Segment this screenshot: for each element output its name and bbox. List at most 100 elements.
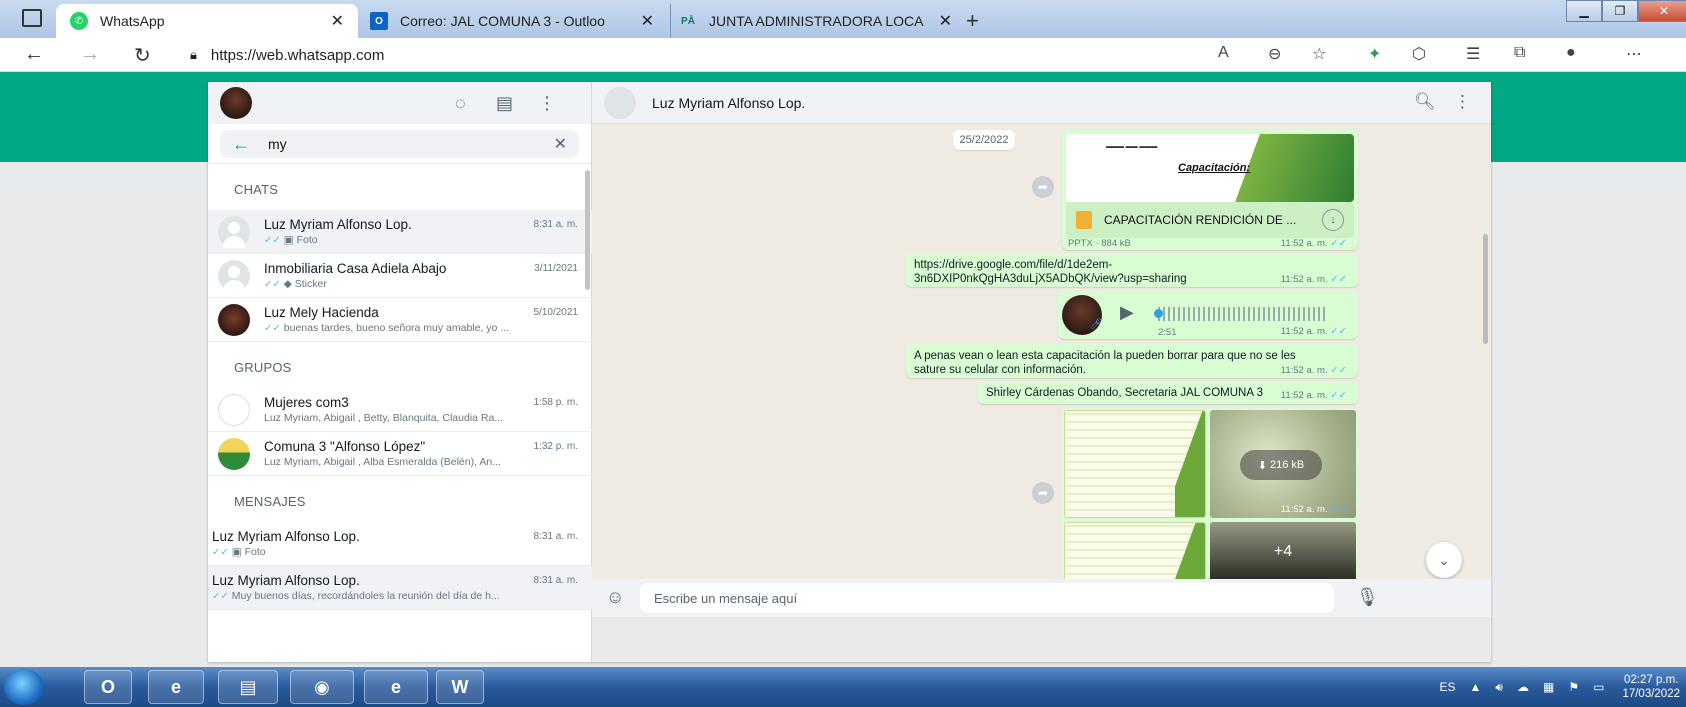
zoom-icon[interactable]: ⊖: [1268, 44, 1281, 64]
time-text: 11:52 a. m.: [1280, 504, 1328, 515]
extensions-icon[interactable]: ⬡: [1412, 44, 1426, 64]
forward-icon[interactable]: ➦: [1032, 176, 1054, 198]
chat-preview: Luz Myriam, Abigail , Alba Esmeralda (Be…: [264, 456, 501, 468]
language-indicator[interactable]: ES: [1440, 680, 1456, 694]
close-tab-icon[interactable]: ✕: [331, 11, 344, 31]
close-tab-icon[interactable]: ✕: [939, 11, 952, 31]
collections-icon[interactable]: ⧉: [1514, 44, 1525, 62]
list-item[interactable]: Luz Myriam Alfonso Lop. 8:31 a. m. ✓✓ ▣ F…: [208, 210, 592, 254]
double-check-icon: ✓✓: [212, 591, 229, 602]
menu-icon[interactable]: ⋮: [538, 93, 556, 114]
message-list[interactable]: 25/2/2022 ➦ ▬▬▬ ▬▬ ▬▬▬ Capacitación: CAP…: [592, 124, 1491, 579]
tab-actions-icon[interactable]: [22, 9, 42, 27]
text-message[interactable]: A penas vean o lean esta capacitación la…: [906, 344, 1358, 378]
document-preview[interactable]: ▬▬▬ ▬▬ ▬▬▬ Capacitación:: [1066, 134, 1354, 202]
flag-icon[interactable]: ⚑: [1568, 680, 1579, 694]
message-time: 11:52 a. m. ✓✓: [1281, 390, 1350, 401]
search-box[interactable]: ← my ✕: [220, 130, 579, 158]
list-item[interactable]: Inmobiliaria Casa Adiela Abajo 3/11/2021…: [208, 254, 592, 298]
menu-icon[interactable]: ⋮: [1454, 92, 1471, 112]
scroll-down-button[interactable]: ⌄: [1426, 542, 1462, 578]
edge-taskbar-icon[interactable]: e: [364, 670, 428, 704]
close-tab-icon[interactable]: ✕: [641, 11, 654, 31]
conversation-header[interactable]: Luz Myriam Alfonso Lop. 🔍︎ ⋮: [592, 82, 1491, 124]
list-item[interactable]: Luz Myriam Alfonso Lop. 8:31 a. m. ✓✓ ▣ F…: [208, 522, 592, 566]
explorer-taskbar-icon[interactable]: ▤: [218, 670, 278, 704]
album-thumbnail[interactable]: [1064, 522, 1206, 579]
sidebar-scrollbar[interactable]: [585, 170, 590, 290]
onedrive-icon[interactable]: ☁: [1517, 680, 1529, 694]
voice-message[interactable]: 🎤︎ ▶ 2:51 11:52 a. m. ✓✓: [1058, 291, 1358, 339]
search-input[interactable]: my: [268, 136, 554, 152]
taskbar: O e ▤ ◉ e W ES ▲ 🔊︎ ☁ ▦ ⚑ ▭ 02:27 p.m. 1…: [0, 667, 1686, 707]
favorite-icon[interactable]: ☆: [1312, 44, 1326, 64]
forward-icon[interactable]: →: [80, 43, 100, 66]
emoji-icon[interactable]: ☺: [606, 587, 624, 608]
link-text[interactable]: https://drive.google.com/file/d/1de2em- 3…: [914, 258, 1187, 286]
new-tab-button[interactable]: +: [966, 8, 979, 34]
audio-waveform[interactable]: [1158, 307, 1328, 321]
forward-icon[interactable]: ➦: [1032, 482, 1054, 504]
maximize-button[interactable]: ❐: [1602, 0, 1638, 22]
publisher-icon: PĀ: [681, 15, 695, 27]
close-window-button[interactable]: ✕: [1638, 0, 1686, 22]
link-message[interactable]: https://drive.google.com/file/d/1de2em- 3…: [906, 253, 1358, 287]
back-arrow-icon[interactable]: ←: [232, 134, 250, 155]
tab-publisher[interactable]: PĀ JUNTA ADMINISTRADORA LOCA ✕: [670, 4, 960, 38]
start-button[interactable]: [4, 669, 44, 705]
audio-scrubber[interactable]: [1154, 309, 1163, 318]
album-thumbnail[interactable]: [1064, 410, 1206, 518]
network-icon[interactable]: ▦: [1543, 680, 1554, 694]
volume-icon[interactable]: 🔊︎: [1495, 680, 1503, 695]
list-item[interactable]: Comuna 3 "Alfonso López" 1:32 p. m. Luz …: [208, 432, 592, 476]
list-item[interactable]: Luz Mely Hacienda 5/10/2021 ✓✓ buenas tar…: [208, 298, 592, 342]
download-icon[interactable]: ↓: [1322, 209, 1344, 231]
clear-search-icon[interactable]: ✕: [554, 134, 567, 154]
contact-avatar[interactable]: [604, 87, 636, 119]
tab-outlook[interactable]: O Correo: JAL COMUNA 3 - Outloo ✕: [362, 4, 662, 38]
ie-taskbar-icon[interactable]: e: [148, 670, 204, 704]
profile-icon[interactable]: ●: [1566, 44, 1576, 62]
conversation-scrollbar[interactable]: [1483, 234, 1488, 344]
list-item[interactable]: Luz Myriam Alfonso Lop. 8:31 a. m. ✓✓ Muy…: [208, 566, 592, 610]
tab-whatsapp[interactable]: ✆ WhatsApp ✕: [56, 4, 358, 38]
more-media-count[interactable]: +4: [1210, 522, 1356, 579]
favorites-icon[interactable]: ☰: [1466, 44, 1480, 64]
document-message[interactable]: ▬▬▬ ▬▬ ▬▬▬ Capacitación: CAPACITACIÓN RE…: [1062, 130, 1358, 250]
back-icon[interactable]: ←: [24, 43, 44, 66]
chat-preview: ✓✓ ◆ Sticker: [264, 278, 578, 290]
message-time: 8:31 a. m.: [533, 531, 578, 542]
media-album[interactable]: ⬇ 216 kB 11:52 a. m. ✓✓ +4: [1062, 408, 1358, 579]
my-avatar[interactable]: [220, 87, 252, 119]
search-icon[interactable]: 🔍︎: [1414, 92, 1436, 112]
text-message[interactable]: Shirley Cárdenas Obando, Secretaria JAL …: [978, 382, 1358, 404]
new-chat-icon[interactable]: ▤: [496, 93, 513, 114]
results-list[interactable]: CHATS Luz Myriam Alfonso Lop. 8:31 a. m.…: [208, 164, 592, 662]
preview-text: Muy buenos días, recordándoles la reunió…: [231, 590, 500, 602]
microphone-icon[interactable]: 🎙︎: [1356, 587, 1379, 608]
download-button[interactable]: ⬇ 216 kB: [1240, 450, 1322, 480]
album-thumbnail[interactable]: +4: [1210, 522, 1356, 579]
chrome-taskbar-icon[interactable]: ◉: [290, 670, 354, 704]
reload-icon[interactable]: ↻: [134, 43, 151, 68]
list-item[interactable]: Mujeres com3 1:58 p. m. Luz Myriam, Abig…: [208, 388, 592, 432]
read-aloud-icon[interactable]: A: [1218, 44, 1229, 62]
more-icon[interactable]: ⋯: [1626, 44, 1642, 64]
outlook-taskbar-icon[interactable]: O: [84, 670, 132, 704]
show-hidden-icons[interactable]: ▲: [1470, 680, 1482, 694]
status-icon[interactable]: ◌: [455, 93, 466, 114]
album-thumbnail[interactable]: ⬇ 216 kB 11:52 a. m. ✓✓: [1210, 410, 1356, 518]
extension-icon[interactable]: ✦: [1368, 44, 1381, 64]
contact-name[interactable]: Luz Myriam Alfonso Lop.: [652, 95, 805, 111]
section-chats: CHATS: [234, 182, 279, 197]
document-preview-title: Capacitación:: [1178, 162, 1251, 174]
message-input[interactable]: [640, 583, 1334, 613]
display-icon[interactable]: ▭: [1593, 680, 1604, 694]
play-icon[interactable]: ▶: [1120, 302, 1134, 323]
clock[interactable]: 02:27 p.m. 17/03/2022: [1622, 673, 1680, 701]
document-file[interactable]: CAPACITACIÓN RENDICIÓN DE ... ↓: [1066, 202, 1354, 238]
word-taskbar-icon[interactable]: W: [436, 670, 484, 704]
minimize-button[interactable]: ▁: [1566, 0, 1602, 22]
conversation-panel: Luz Myriam Alfonso Lop. 🔍︎ ⋮ 25/2/2022 ➦…: [592, 82, 1491, 662]
url-field[interactable]: 🔒︎ https://web.whatsapp.com: [190, 43, 384, 67]
